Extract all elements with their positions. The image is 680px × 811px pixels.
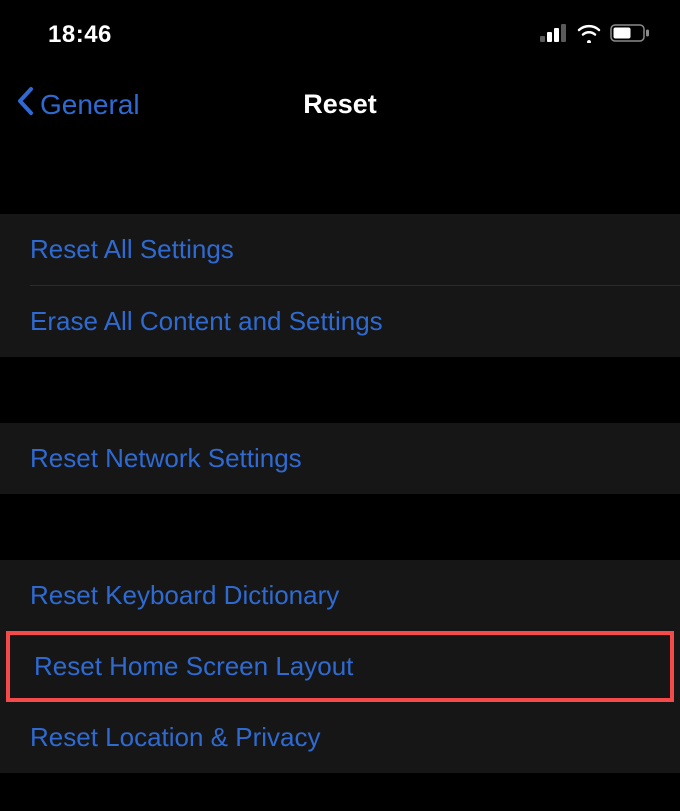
reset-location-privacy-row[interactable]: Reset Location & Privacy xyxy=(0,702,680,773)
highlight-annotation: Reset Home Screen Layout xyxy=(6,631,674,702)
reset-keyboard-dictionary-row[interactable]: Reset Keyboard Dictionary xyxy=(0,560,680,631)
status-bar: 18:46 xyxy=(0,0,680,62)
settings-group-2: Reset Network Settings xyxy=(0,423,680,494)
erase-all-content-row[interactable]: Erase All Content and Settings xyxy=(0,286,680,357)
settings-group-3: Reset Keyboard Dictionary Reset Home Scr… xyxy=(0,560,680,773)
section-gap xyxy=(0,494,680,560)
wifi-icon xyxy=(576,23,602,48)
reset-network-settings-row[interactable]: Reset Network Settings xyxy=(0,423,680,494)
page-title: Reset xyxy=(303,89,377,120)
back-button[interactable]: General xyxy=(0,86,140,123)
settings-group-1: Reset All Settings Erase All Content and… xyxy=(0,214,680,357)
battery-icon xyxy=(610,24,650,47)
reset-home-screen-layout-row[interactable]: Reset Home Screen Layout xyxy=(10,635,670,698)
back-label: General xyxy=(40,89,140,121)
cellular-signal-icon xyxy=(540,24,568,47)
section-gap xyxy=(0,357,680,423)
chevron-left-icon xyxy=(16,86,36,123)
reset-all-settings-row[interactable]: Reset All Settings xyxy=(0,214,680,285)
navigation-bar: General Reset xyxy=(0,62,680,148)
section-gap xyxy=(0,148,680,214)
status-icons xyxy=(540,23,650,48)
status-time: 18:46 xyxy=(48,21,112,49)
